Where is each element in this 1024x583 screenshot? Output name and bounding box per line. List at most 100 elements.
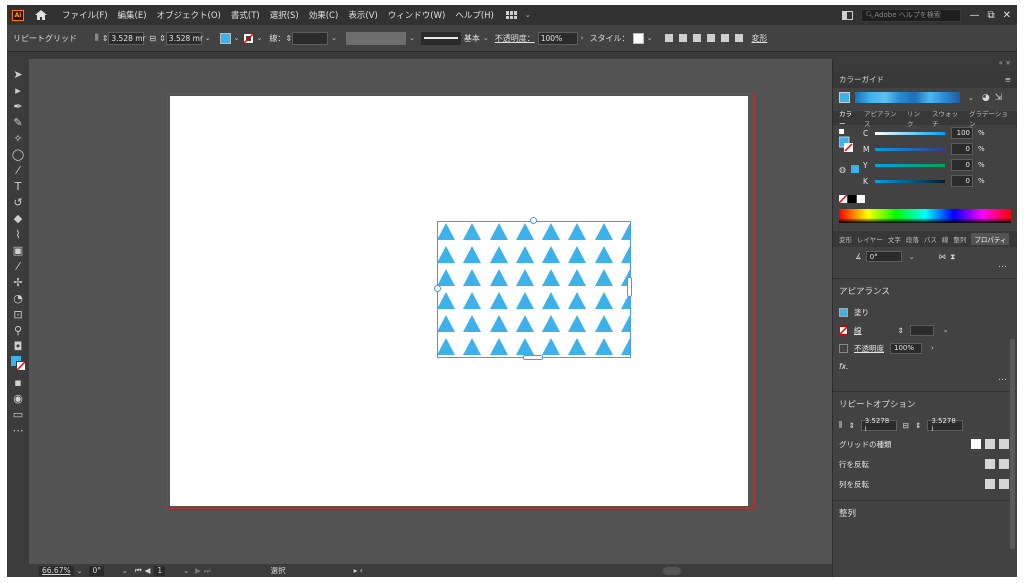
chevron-right-icon[interactable]: › [581, 34, 584, 42]
workspace-switcher[interactable]: ⌄ [505, 11, 534, 19]
status-menu-icon[interactable]: ▸ ‹ [354, 566, 363, 575]
stepper-icon[interactable]: ⇕ [285, 34, 292, 43]
panel-menu-icon[interactable]: ≡ [1005, 75, 1011, 84]
flip-vertical-icon[interactable]: ⧗ [950, 252, 955, 262]
stroke-weight-field[interactable] [292, 31, 329, 45]
chevron-down-icon[interactable]: ⌄ [122, 567, 128, 575]
screen-mode-icon[interactable]: ▭ [11, 407, 25, 421]
chevron-down-icon[interactable]: ⌄ [483, 34, 489, 42]
tab-properties[interactable]: プロパティ [971, 233, 1010, 245]
tab-transform[interactable]: 変形 [839, 234, 852, 244]
eraser-tool-icon[interactable]: ◆ [11, 211, 25, 225]
more-options-icon[interactable]: … [833, 374, 1017, 385]
home-icon[interactable] [34, 8, 48, 22]
tab-path[interactable]: パス [924, 234, 937, 244]
warp-tool-icon[interactable]: ⌇ [11, 227, 25, 241]
black-slider[interactable] [875, 179, 945, 183]
fx-button[interactable]: fx. [833, 357, 1017, 375]
opacity-label[interactable]: 不透明度 [854, 343, 884, 354]
brush-definition[interactable] [420, 31, 461, 45]
color-mode-icon[interactable]: ▪ [11, 375, 25, 389]
more-options-icon[interactable]: … [833, 261, 1017, 272]
black-value[interactable]: 0 [951, 175, 973, 187]
page-field[interactable]: 1 [154, 565, 166, 576]
eyedropper-tool-icon[interactable]: ⁄ [11, 259, 25, 273]
flip-row-horizontal-icon[interactable] [985, 459, 995, 469]
variable-width-profile[interactable] [346, 31, 406, 45]
align-top-icon[interactable] [707, 34, 716, 42]
tab-stroke[interactable]: 線 [942, 234, 949, 244]
draw-mode-icon[interactable]: ◉ [11, 391, 25, 405]
zoom-tool-icon[interactable]: ⚲ [11, 323, 25, 337]
color-guide-title[interactable]: カラーガイド [839, 74, 884, 85]
column-spacing-handle[interactable] [627, 277, 632, 297]
color-spectrum[interactable] [839, 209, 1011, 223]
save-group-icon[interactable]: ⇲ [995, 93, 1003, 103]
chevron-down-icon[interactable]: ⌄ [257, 34, 263, 42]
curvature-tool-icon[interactable]: ✎ [11, 115, 25, 129]
horizontal-scrollbar[interactable] [662, 566, 681, 575]
tab-character[interactable]: 文字 [888, 234, 901, 244]
row-spacing-handle[interactable] [523, 355, 543, 360]
selection-tool-icon[interactable]: ➤ [11, 67, 25, 81]
menu-select[interactable]: 選択(S) [270, 9, 299, 21]
align-middle-icon[interactable] [721, 34, 730, 42]
left-handle[interactable] [434, 285, 441, 292]
cyan-slider[interactable] [875, 131, 945, 135]
stroke-none-swatch[interactable] [839, 325, 848, 335]
stepper-icon[interactable]: ⇕ [848, 421, 854, 430]
menu-help[interactable]: ヘルプ(H) [455, 9, 494, 21]
none-color-icon[interactable] [839, 195, 847, 203]
magenta-value[interactable]: 0 [951, 143, 973, 155]
minimize-button[interactable]: — [969, 10, 979, 21]
chevron-down-icon[interactable]: ⌄ [968, 94, 974, 102]
h-spacing-field[interactable]: 3.528 mr [108, 31, 146, 45]
menu-view[interactable]: 表示(V) [348, 9, 377, 21]
default-colors-icon[interactable]: ◘ [11, 339, 25, 353]
paintbrush-tool-icon[interactable]: ⁄ [11, 163, 25, 177]
menu-edit[interactable]: 編集(E) [118, 9, 147, 21]
ellipse-tool-icon[interactable]: ◯ [11, 147, 25, 161]
type-tool-icon[interactable]: T [11, 179, 25, 193]
menu-type[interactable]: 書式(T) [231, 9, 260, 21]
menu-window[interactable]: ウィンドウ(W) [388, 9, 446, 21]
direct-selection-tool-icon[interactable]: ▸ [11, 83, 25, 97]
chevron-down-icon[interactable]: ⌄ [183, 567, 189, 575]
blend-tool-icon[interactable]: ✢ [11, 275, 25, 289]
anchor-tool-icon[interactable]: ✧ [11, 131, 25, 145]
stroke-none-swatch[interactable] [242, 32, 254, 44]
stepper-icon[interactable]: ⇕ [898, 326, 904, 335]
flip-row-vertical-icon[interactable] [999, 459, 1009, 469]
last-page-icon[interactable]: ⏭ [204, 566, 211, 576]
chevron-down-icon[interactable]: ⌄ [909, 253, 915, 261]
chevron-down-icon[interactable]: ⌄ [331, 34, 337, 42]
opacity-field[interactable]: 100% [890, 342, 922, 354]
rotate-tool-icon[interactable]: ↺ [11, 195, 25, 209]
stepper-icon[interactable]: ⇕ [102, 34, 109, 43]
grid-icon[interactable] [971, 439, 981, 449]
chevron-down-icon[interactable]: ⌄ [943, 326, 949, 334]
more-tools-icon[interactable]: ⋯ [11, 423, 25, 437]
collapse-panels-icon[interactable]: « × [833, 59, 1017, 71]
chevron-down-icon[interactable]: ⌄ [409, 34, 415, 42]
restore-button[interactable]: ⧉ [987, 10, 994, 21]
flip-column-vertical-icon[interactable] [999, 479, 1009, 489]
angle-field[interactable]: 0° [865, 251, 902, 262]
prev-page-icon[interactable]: ◀ [145, 566, 151, 575]
brick-by-column-icon[interactable] [999, 439, 1009, 449]
magenta-slider[interactable] [875, 147, 945, 151]
align-left-icon[interactable] [665, 34, 674, 42]
opacity-field[interactable]: 100% [537, 31, 578, 45]
repeat-h-spacing-field[interactable]: 3.5278 i [860, 417, 897, 433]
arrange-docs-icon[interactable] [842, 10, 854, 20]
fill-swatch[interactable] [219, 32, 231, 44]
chevron-down-icon[interactable]: ⌄ [647, 34, 653, 42]
shape-builder-tool-icon[interactable]: ◔ [11, 291, 25, 305]
yellow-value[interactable]: 0 [951, 159, 973, 171]
chevron-right-icon[interactable]: › [931, 344, 934, 352]
menu-effect[interactable]: 効果(C) [309, 9, 339, 21]
align-bottom-icon[interactable] [735, 34, 744, 42]
style-swatch[interactable] [632, 32, 644, 44]
repeat-v-spacing-field[interactable]: 3.5278 i [927, 417, 964, 433]
help-search-input[interactable]: 🔍︎ Adobe ヘルプを検索 [861, 8, 962, 22]
